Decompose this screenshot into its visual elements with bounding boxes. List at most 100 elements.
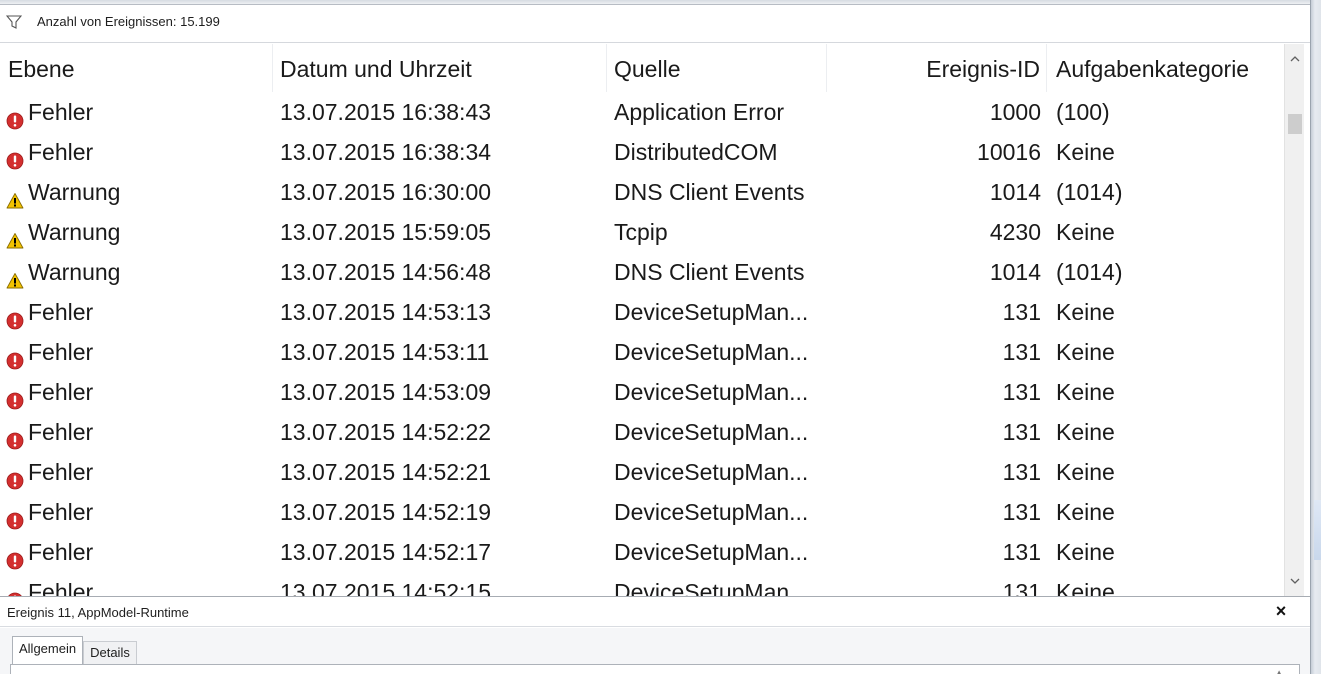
table-row[interactable]: Fehler 13.07.2015 14:52:19 DeviceSetupMan.… bbox=[0, 492, 1284, 532]
cell-datetime: 13.07.2015 14:53:11 bbox=[280, 339, 490, 365]
cell-datetime: 13.07.2015 14:52:22 bbox=[280, 419, 492, 445]
table-row[interactable]: Warnung 13.07.2015 16:30:00 DNS Client Eve… bbox=[0, 172, 1284, 212]
cell-datetime: 13.07.2015 14:52:17 bbox=[280, 539, 492, 565]
cell-datetime: 13.07.2015 14:52:15 bbox=[280, 579, 492, 596]
cell-task-category: Keine bbox=[1056, 299, 1115, 325]
cell-task-category: Keine bbox=[1056, 579, 1115, 596]
cell-source: DeviceSetupMan... bbox=[614, 379, 809, 405]
table-row[interactable]: Warnung 13.07.2015 15:59:05 Tcpip 4230 Keine bbox=[0, 212, 1284, 252]
column-header-task-category[interactable]: Aufgabenkategorie bbox=[1047, 44, 1284, 92]
cell-task-category: Keine bbox=[1056, 219, 1115, 245]
scroll-thumb[interactable] bbox=[1288, 114, 1302, 134]
level-label: Fehler bbox=[28, 299, 94, 325]
column-header-datetime[interactable]: Datum und Uhrzeit bbox=[273, 44, 607, 92]
cell-event-id: 10016 bbox=[977, 139, 1041, 165]
table-row[interactable]: Fehler 13.07.2015 16:38:34 DistributedCOM 1… bbox=[0, 132, 1284, 172]
cell-task-category: (1014) bbox=[1056, 259, 1123, 285]
cell-level: Fehler bbox=[0, 132, 273, 172]
cell-task-category: Keine bbox=[1056, 139, 1115, 165]
table-row[interactable]: Fehler 13.07.2015 14:53:11 DeviceSetupMan.… bbox=[0, 332, 1284, 372]
cell-level: Fehler bbox=[0, 332, 273, 372]
cell-event-id: 4230 bbox=[989, 219, 1041, 245]
cell-event-id: 131 bbox=[1002, 579, 1041, 596]
cell-source: DeviceSetupMan... bbox=[614, 419, 809, 445]
cell-datetime: 13.07.2015 15:59:05 bbox=[280, 219, 492, 245]
tab-details[interactable]: Details bbox=[83, 641, 137, 664]
window-edge bbox=[1310, 0, 1321, 674]
close-icon[interactable]: × bbox=[1272, 602, 1290, 620]
warning-icon bbox=[6, 222, 24, 249]
cell-task-category: (1014) bbox=[1056, 179, 1123, 205]
cell-event-id: 131 bbox=[1002, 419, 1041, 445]
cell-level: Fehler bbox=[0, 92, 273, 132]
error-icon bbox=[6, 462, 24, 490]
cell-level: Warnung bbox=[0, 172, 273, 212]
event-list: Ebene Datum und Uhrzeit Quelle Ereignis-… bbox=[0, 44, 1284, 596]
cell-level: Fehler bbox=[0, 412, 273, 452]
error-icon bbox=[6, 542, 24, 570]
cell-datetime: 13.07.2015 14:53:09 bbox=[280, 379, 492, 405]
column-header-event-id[interactable]: Ereignis-ID bbox=[827, 44, 1047, 92]
table-row[interactable]: Fehler 13.07.2015 14:53:13 DeviceSetupMan.… bbox=[0, 292, 1284, 332]
scroll-up-icon[interactable] bbox=[1285, 48, 1305, 70]
table-row[interactable]: Fehler 13.07.2015 14:53:09 DeviceSetupMan.… bbox=[0, 372, 1284, 412]
level-label: Fehler bbox=[28, 419, 94, 445]
cell-event-id: 131 bbox=[1002, 339, 1041, 365]
cell-source: DeviceSetupMan... bbox=[614, 499, 809, 525]
cell-task-category: Keine bbox=[1056, 419, 1115, 445]
error-icon bbox=[6, 382, 24, 410]
error-icon bbox=[6, 422, 24, 450]
table-row[interactable]: Fehler 13.07.2015 14:52:21 DeviceSetupMan.… bbox=[0, 452, 1284, 492]
cell-event-id: 1014 bbox=[989, 259, 1041, 285]
cell-level: Fehler bbox=[0, 292, 273, 332]
cell-source: Tcpip bbox=[614, 219, 668, 245]
tab-allgemein[interactable]: Allgemein bbox=[12, 636, 84, 664]
level-label: Warnung bbox=[28, 179, 121, 205]
detail-pane: Ereignis 11, AppModel-Runtime × Allgemei… bbox=[0, 596, 1310, 674]
level-label: Fehler bbox=[28, 459, 94, 485]
table-row[interactable]: Fehler 13.07.2015 14:52:15 DeviceSetupMan.… bbox=[0, 572, 1284, 596]
column-header-level[interactable]: Ebene bbox=[0, 44, 273, 92]
cell-datetime: 13.07.2015 16:38:34 bbox=[280, 139, 492, 165]
cell-datetime: 13.07.2015 16:30:00 bbox=[280, 179, 492, 205]
error-icon bbox=[6, 502, 24, 530]
cell-source: DeviceSetupMan... bbox=[614, 539, 809, 565]
funnel-icon[interactable] bbox=[6, 14, 22, 30]
cell-source: Application Error bbox=[614, 99, 785, 125]
cell-task-category: Keine bbox=[1056, 379, 1115, 405]
cell-level: Fehler bbox=[0, 452, 273, 492]
level-label: Fehler bbox=[28, 579, 94, 596]
cell-task-category: Keine bbox=[1056, 459, 1115, 485]
cell-datetime: 13.07.2015 14:56:48 bbox=[280, 259, 492, 285]
cell-event-id: 1000 bbox=[989, 99, 1041, 125]
detail-header: Ereignis 11, AppModel-Runtime × bbox=[0, 597, 1310, 627]
cell-level: Warnung bbox=[0, 252, 273, 292]
warning-icon bbox=[6, 182, 24, 209]
table-row[interactable]: Warnung 13.07.2015 14:56:48 DNS Client Eve… bbox=[0, 252, 1284, 292]
column-header-source[interactable]: Quelle bbox=[607, 44, 827, 92]
detail-title: Ereignis 11, AppModel-Runtime bbox=[7, 605, 189, 620]
level-label: Fehler bbox=[28, 499, 94, 525]
cell-datetime: 13.07.2015 16:38:43 bbox=[280, 99, 492, 125]
event-rows: Fehler 13.07.2015 16:38:43 Application Err… bbox=[0, 92, 1284, 596]
cell-event-id: 1014 bbox=[989, 179, 1041, 205]
level-label: Fehler bbox=[28, 379, 94, 405]
cell-event-id: 131 bbox=[1002, 379, 1041, 405]
level-label: Warnung bbox=[28, 219, 121, 245]
error-icon bbox=[6, 342, 24, 370]
cell-source: DeviceSetupMan... bbox=[614, 339, 809, 365]
cell-source: DNS Client Events bbox=[614, 179, 805, 205]
scroll-down-icon[interactable] bbox=[1285, 570, 1305, 592]
cell-source: DeviceSetupMan... bbox=[614, 459, 809, 485]
cell-source: DistributedCOM bbox=[614, 139, 778, 165]
table-row[interactable]: Fehler 13.07.2015 16:38:43 Application Err… bbox=[0, 92, 1284, 132]
level-label: Fehler bbox=[28, 339, 94, 365]
table-row[interactable]: Fehler 13.07.2015 14:52:17 DeviceSetupMan.… bbox=[0, 532, 1284, 572]
cell-source: DeviceSetupMan... bbox=[614, 579, 809, 596]
table-row[interactable]: Fehler 13.07.2015 14:52:22 DeviceSetupMan.… bbox=[0, 412, 1284, 452]
event-viewer-window: Anzahl von Ereignissen: 15.199 Ebene Dat… bbox=[0, 0, 1321, 674]
cell-task-category: Keine bbox=[1056, 339, 1115, 365]
vertical-scrollbar[interactable] bbox=[1284, 44, 1304, 596]
event-count-label: Anzahl von Ereignissen: 15.199 bbox=[37, 14, 220, 29]
cell-task-category: Keine bbox=[1056, 499, 1115, 525]
